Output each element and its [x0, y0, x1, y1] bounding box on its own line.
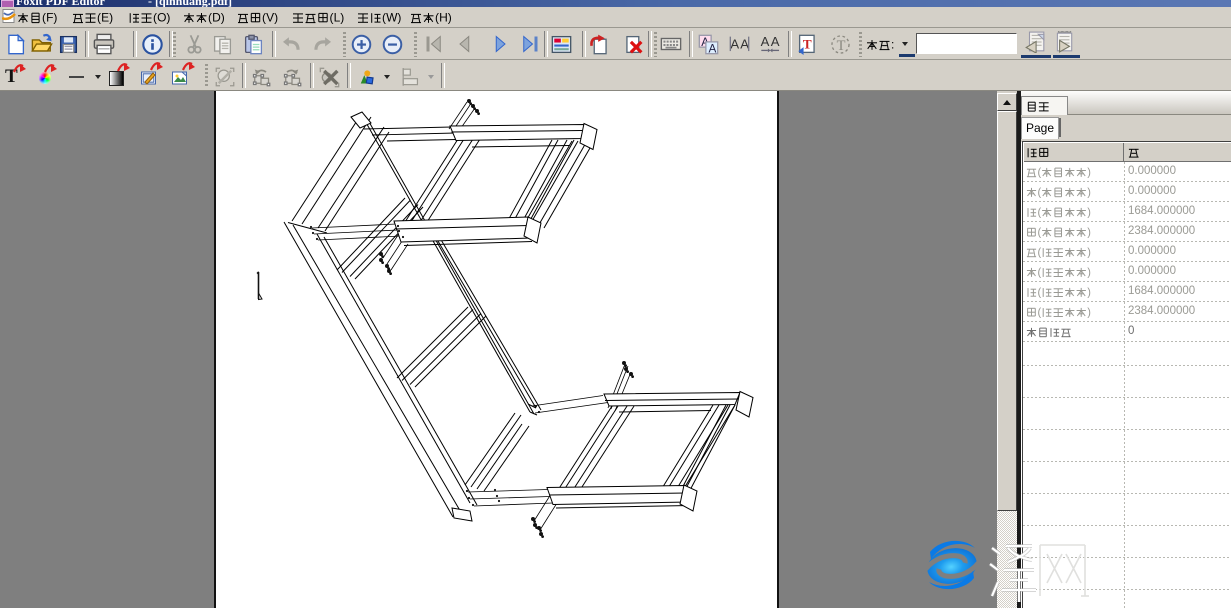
svg-text:): ) [274, 11, 278, 25]
svg-text:): ) [397, 11, 401, 25]
svg-text:): ) [1087, 287, 1091, 299]
svg-text:(: ( [1038, 187, 1042, 199]
svg-text:A: A [760, 34, 769, 49]
svg-text::: : [891, 38, 894, 52]
svg-text:T: T [802, 36, 811, 51]
svg-text:H: H [439, 11, 448, 25]
svg-text:): ) [1087, 187, 1091, 199]
svg-text:E: E [101, 11, 109, 25]
svg-text:(: ( [1038, 307, 1042, 319]
svg-text:A: A [770, 34, 779, 49]
svg-text:): ) [1087, 167, 1091, 179]
svg-text:O: O [157, 11, 166, 25]
svg-text:): ) [1087, 247, 1091, 259]
svg-text:): ) [448, 11, 452, 25]
svg-text:): ) [53, 11, 57, 25]
svg-text:): ) [340, 11, 344, 25]
svg-text:T: T [836, 37, 845, 53]
svg-text:): ) [1087, 267, 1091, 279]
svg-text:): ) [166, 11, 170, 25]
svg-text:(: ( [1038, 267, 1042, 279]
svg-text:): ) [1087, 227, 1091, 239]
svg-text:(: ( [1038, 227, 1042, 239]
svg-text:A: A [740, 36, 749, 51]
svg-text:(: ( [1038, 207, 1042, 219]
svg-text:V: V [266, 11, 274, 25]
svg-text:A: A [730, 36, 739, 51]
svg-text:F: F [46, 11, 53, 25]
svg-text:(: ( [1038, 287, 1042, 299]
svg-text:A: A [708, 41, 716, 55]
svg-text:(: ( [1038, 247, 1042, 259]
svg-text:(: ( [1038, 167, 1042, 179]
svg-text:): ) [109, 11, 113, 25]
svg-text:): ) [1087, 307, 1091, 319]
svg-text:): ) [221, 11, 225, 25]
svg-text:): ) [1087, 207, 1091, 219]
svg-text:W: W [386, 11, 398, 25]
